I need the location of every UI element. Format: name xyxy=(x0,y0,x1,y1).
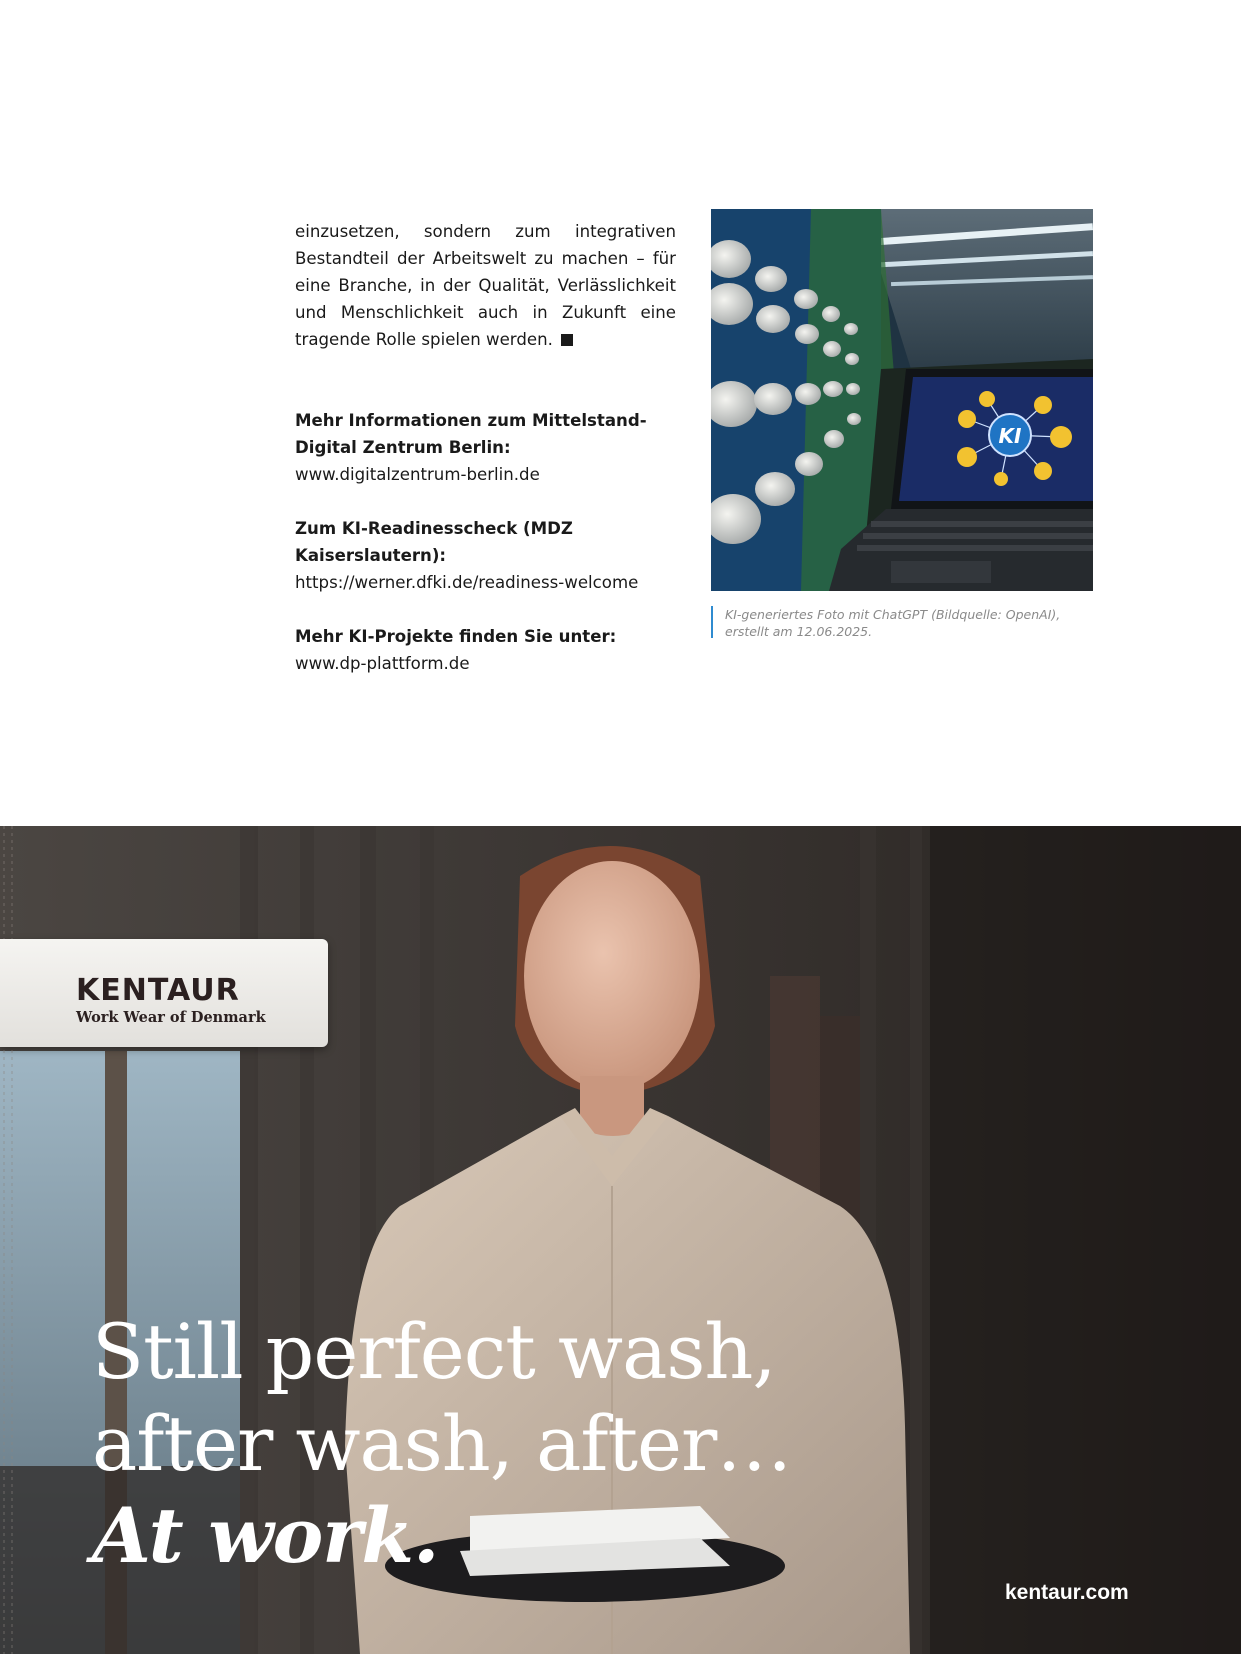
info-link-dp-plattform[interactable]: www.dp-plattform.de xyxy=(295,650,676,677)
info-block-mdz-berlin: Mehr Informationen zum Mittelstand-Digit… xyxy=(295,407,676,488)
info-heading: Mehr Informationen zum Mittelstand-Digit… xyxy=(295,411,647,457)
info-link-digitalzentrum[interactable]: www.digitalzentrum-berlin.de xyxy=(295,461,676,488)
brand-name: KENTAUR xyxy=(76,973,240,1008)
headline-line-1: Still perfect wash, xyxy=(92,1307,776,1396)
article-column: einzusetzen, sondern zum integrativen Be… xyxy=(295,218,676,677)
ki-hub-label: KI xyxy=(999,424,1022,448)
end-of-article-mark xyxy=(560,334,573,346)
info-heading: Mehr KI-Projekte finden Sie unter: xyxy=(295,627,617,646)
ai-generated-photo: KI xyxy=(711,209,1093,591)
kentaur-advertisement: KENTAUR Work Wear of Denmark Still perfe… xyxy=(0,826,1241,1654)
info-block-ki-projects: Mehr KI-Projekte finden Sie unter: www.d… xyxy=(295,623,676,677)
info-block-readiness-check: Zum KI-Readinesscheck (MDZ Kaiserslauter… xyxy=(295,515,676,596)
info-link-readiness[interactable]: https://werner.dfki.de/readiness-welcome xyxy=(295,569,676,596)
info-heading: Zum KI-Readinesscheck (MDZ Kaiserslauter… xyxy=(295,519,573,565)
brand-tagline: Work Wear of Denmark xyxy=(76,1009,266,1026)
kentaur-brand-label: KENTAUR Work Wear of Denmark xyxy=(0,939,328,1047)
textile-factory-illustration: KI xyxy=(711,209,1093,591)
headline-line-2: after wash, after… xyxy=(92,1399,792,1488)
ad-url[interactable]: kentaur.com xyxy=(1005,1581,1129,1605)
article-paragraph: einzusetzen, sondern zum integrativen Be… xyxy=(295,222,676,349)
headline-line-3: At work. xyxy=(92,1491,439,1580)
photo-caption: KI-generiertes Foto mit ChatGPT (Bildque… xyxy=(711,606,1093,639)
ad-headline: Still perfect wash, after wash, after… A… xyxy=(92,1306,792,1582)
